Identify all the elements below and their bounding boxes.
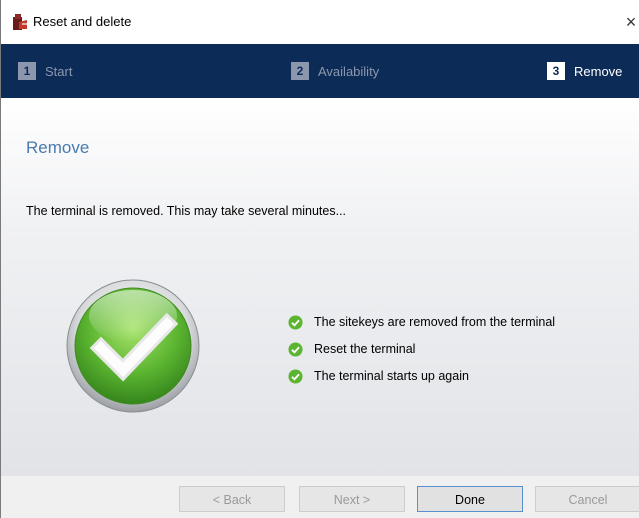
check-circle-icon: [288, 341, 303, 357]
window-title: Reset and delete: [33, 14, 132, 29]
check-circle-icon: [288, 314, 303, 330]
check-circle-icon: [288, 368, 303, 384]
step-label: Availability: [318, 63, 380, 79]
back-button[interactable]: < Back: [179, 486, 285, 512]
success-check-icon: [66, 279, 200, 413]
list-item: The terminal starts up again: [288, 364, 555, 388]
wizard-steps-bar: 1 Start 2 Availability 3 Remove: [1, 44, 639, 98]
list-item: Reset the terminal: [288, 337, 555, 361]
app-icon: [13, 14, 28, 30]
next-button[interactable]: Next >: [299, 486, 405, 512]
close-button[interactable]: ×: [623, 10, 639, 34]
button-bar: < Back Next > Done Cancel: [1, 476, 639, 518]
cancel-button[interactable]: Cancel: [535, 486, 639, 512]
status-description: The terminal is removed. This may take s…: [26, 204, 347, 218]
checklist-item-text: The sitekeys are removed from the termin…: [314, 315, 556, 329]
step-number: 3: [547, 62, 565, 80]
step-start: 1 Start: [18, 61, 72, 81]
step-number: 2: [291, 62, 309, 80]
step-availability: 2 Availability: [291, 61, 379, 81]
done-button[interactable]: Done: [417, 486, 523, 512]
step-number: 1: [18, 62, 36, 80]
title-bar: Reset and delete ×: [1, 0, 639, 44]
main-content: Remove The terminal is removed. This may…: [1, 98, 639, 476]
checklist-item-text: The terminal starts up again: [314, 369, 469, 383]
step-label: Start: [45, 63, 73, 79]
page-title: Remove: [26, 138, 90, 157]
step-remove: 3 Remove: [547, 61, 622, 81]
checklist-item-text: Reset the terminal: [314, 342, 416, 356]
step-label: Remove: [574, 63, 623, 79]
progress-checklist: The sitekeys are removed from the termin…: [288, 310, 555, 391]
reset-and-delete-dialog: Reset and delete × 1 Start 2 Availabilit…: [0, 0, 639, 518]
list-item: The sitekeys are removed from the termin…: [288, 310, 555, 334]
